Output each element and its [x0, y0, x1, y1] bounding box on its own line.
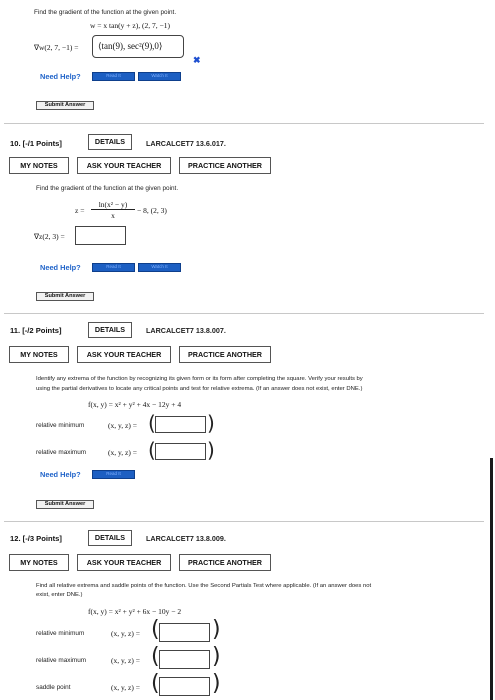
q11-rel-min-xyz: (x, y, z) = — [108, 421, 137, 430]
q9-submit-button[interactable]: Submit Answer — [36, 101, 94, 110]
q10-header: 10. [-/1 Points] — [10, 139, 62, 148]
q9-answer-field[interactable]: ⟨tan(9), sec²(9),0⟩ — [92, 35, 184, 58]
q11-instruction-line1: Identify any extrema of the function by … — [36, 376, 363, 382]
q9-answer-value: ⟨tan(9), sec²(9),0⟩ — [98, 41, 163, 51]
q12-rel-min-field[interactable] — [159, 623, 210, 642]
q12-ask-teacher-button[interactable]: ASK YOUR TEACHER — [77, 554, 171, 571]
divider — [4, 123, 484, 124]
q10-details-button[interactable]: DETAILS — [88, 134, 132, 150]
q10-ask-teacher-button[interactable]: ASK YOUR TEACHER — [77, 157, 171, 174]
q11-practice-another-button[interactable]: PRACTICE ANOTHER — [179, 346, 271, 363]
q12-practice-another-button[interactable]: PRACTICE ANOTHER — [179, 554, 271, 571]
q11-header: 11. [-/2 Points] — [10, 326, 62, 335]
q11-need-help: Need Help? — [40, 470, 81, 479]
q12-rel-max-label: relative maximum — [36, 657, 87, 664]
q12-function: f(x, y) = x² + y² + 6x − 10y − 2 — [88, 607, 182, 616]
q12-details-button[interactable]: DETAILS — [88, 530, 132, 546]
q10-practice-another-button[interactable]: PRACTICE ANOTHER — [179, 157, 271, 174]
q12-rel-max-xyz: (x, y, z) = — [111, 656, 140, 665]
q10-fraction-denominator: x — [111, 211, 115, 220]
close-paren-icon: ) — [212, 644, 221, 669]
q12-rel-max-field[interactable] — [159, 650, 210, 669]
q11-my-notes-button[interactable]: MY NOTES — [9, 346, 69, 363]
q12-header: 12. [-/3 Points] — [10, 534, 62, 543]
q12-my-notes-button[interactable]: MY NOTES — [9, 554, 69, 571]
q11-rel-max-label: relative maximum — [36, 449, 87, 456]
q12-instruction-line1: Find all relative extrema and saddle poi… — [36, 583, 372, 589]
q11-read-it-button[interactable]: Read It — [92, 470, 135, 479]
q10-fraction-numerator: ln(x² − y) — [91, 200, 135, 210]
q11-rel-min-label: relative minimum — [36, 422, 85, 429]
q11-rel-min-field[interactable] — [155, 416, 206, 433]
q11-instruction-line2: using the partial derivatives to locate … — [36, 386, 363, 392]
close-paren-icon: ) — [207, 411, 215, 435]
q10-gradient-label: ∇z(2, 3) = — [34, 232, 65, 241]
q10-answer-field[interactable] — [75, 226, 126, 245]
q12-saddle-label: saddle point — [36, 684, 71, 691]
q11-rel-max-xyz: (x, y, z) = — [108, 448, 137, 457]
q10-my-notes-button[interactable]: MY NOTES — [9, 157, 69, 174]
q12-rel-min-xyz: (x, y, z) = — [111, 629, 140, 638]
q12-rel-min-label: relative minimum — [36, 630, 85, 637]
q10-z-equals: z = — [75, 206, 85, 215]
q10-watch-it-button[interactable]: Watch It — [138, 263, 181, 272]
incorrect-icon: ✖ — [193, 55, 201, 65]
q12-saddle-xyz: (x, y, z) = — [111, 683, 140, 692]
close-paren-icon: ) — [207, 438, 215, 462]
q10-submit-button[interactable]: Submit Answer — [36, 292, 94, 301]
q11-ask-teacher-button[interactable]: ASK YOUR TEACHER — [77, 346, 171, 363]
q11-rel-max-field[interactable] — [155, 443, 206, 460]
close-paren-icon: ) — [212, 617, 221, 642]
q9-read-it-button[interactable]: Read It — [92, 72, 135, 81]
q10-read-it-button[interactable]: Read It — [92, 263, 135, 272]
q9-watch-it-button[interactable]: Watch It — [138, 72, 181, 81]
q10-suffix: − 8, (2, 3) — [137, 206, 167, 215]
q12-saddle-field[interactable] — [159, 677, 210, 696]
q10-code: LARCALCET7 13.6.017. — [146, 139, 226, 148]
q11-submit-button[interactable]: Submit Answer — [36, 500, 94, 509]
q11-function: f(x, y) = x² + y² + 4x − 12y + 4 — [88, 400, 182, 409]
scrollbar-thumb[interactable] — [490, 458, 493, 700]
q11-code: LARCALCET7 13.8.007. — [146, 326, 226, 335]
divider — [4, 521, 484, 522]
q9-instruction: Find the gradient of the function at the… — [34, 9, 177, 16]
close-paren-icon: ) — [212, 671, 221, 696]
q12-code: LARCALCET7 13.8.009. — [146, 534, 226, 543]
q9-gradient-label: ∇w(2, 7, −1) = — [34, 43, 79, 52]
q9-need-help: Need Help? — [40, 72, 81, 81]
q10-need-help: Need Help? — [40, 263, 81, 272]
q12-instruction-line2: exist, enter DNE.) — [36, 592, 83, 598]
q10-instruction: Find the gradient of the function at the… — [36, 185, 179, 192]
q9-function: w = x tan(y + z), (2, 7, −1) — [90, 21, 170, 30]
divider — [4, 313, 484, 314]
q11-details-button[interactable]: DETAILS — [88, 322, 132, 338]
